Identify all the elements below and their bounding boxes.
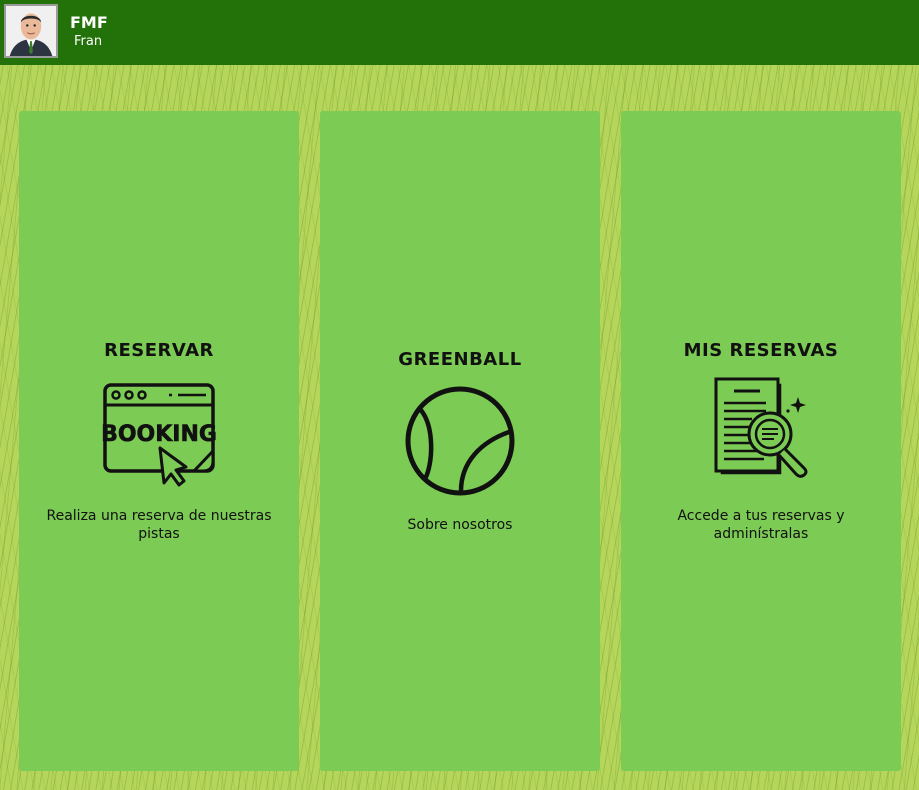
booking-icon-text: BOOKING xyxy=(102,422,216,447)
card-description: Sobre nosotros xyxy=(407,516,513,533)
top-bar: FMF Fran xyxy=(0,0,919,65)
card-title: MIS RESERVAS xyxy=(683,339,839,361)
card-title: GREENBALL xyxy=(398,348,522,370)
booking-icon: BOOKING xyxy=(102,382,216,486)
username: Fran xyxy=(74,34,103,49)
card-mis-reservas[interactable]: MIS RESERVAS Accede a tus reservas y adm… xyxy=(621,111,901,771)
card-reservar[interactable]: RESERVAR BOOKING Realiza una reserva de … xyxy=(19,111,299,771)
avatar-portrait-icon xyxy=(6,6,56,56)
document-search-icon xyxy=(714,377,808,478)
user-avatar[interactable] xyxy=(4,4,58,58)
card-description: Realiza una reserva de nuestras pistas xyxy=(46,507,272,542)
card-greenball[interactable]: GREENBALL Sobre nosotros xyxy=(320,111,600,771)
card-title: RESERVAR xyxy=(104,339,214,361)
tennis-ball-icon xyxy=(405,386,515,495)
brand-name: FMF xyxy=(70,13,108,32)
card-description: Accede a tus reservas y adminístralas xyxy=(677,507,845,542)
